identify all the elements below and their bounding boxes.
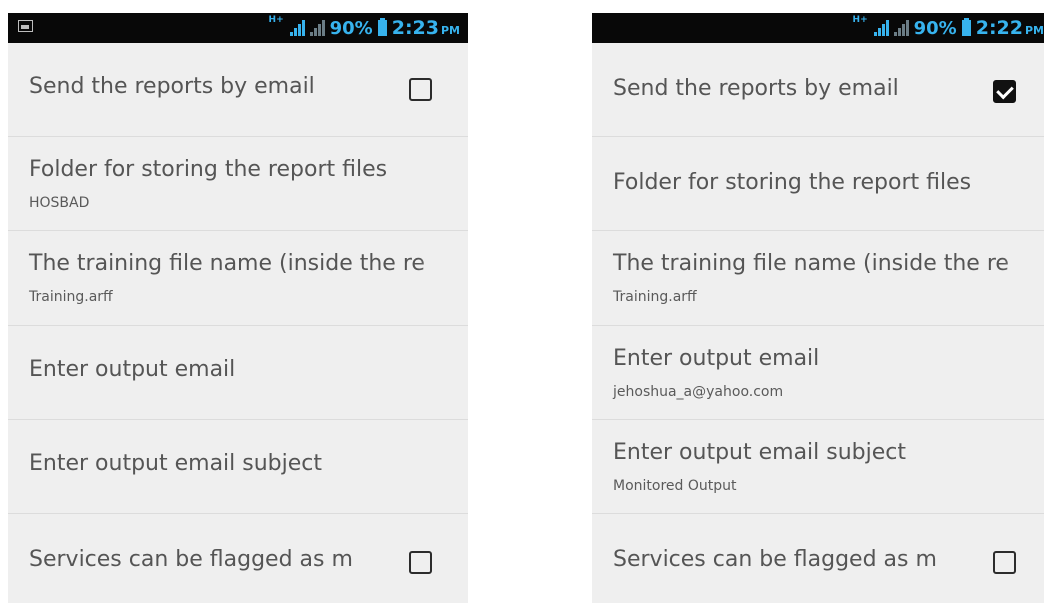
setting-title: Folder for storing the report files	[29, 157, 388, 182]
setting-training-file-name[interactable]: The training file name (inside the re Tr…	[592, 231, 1044, 326]
setting-title: Folder for storing the report files	[613, 170, 972, 195]
clock: 2:22 PM	[975, 17, 1044, 39]
clock: 2:23 PM	[391, 17, 460, 39]
checkbox-icon[interactable]	[409, 551, 432, 574]
setting-summary: Training.arff	[29, 289, 113, 305]
setting-output-email[interactable]: Enter output email jehoshua_a@yahoo.com	[592, 326, 1044, 420]
setting-title: Enter output email	[613, 346, 820, 371]
status-icons: H+ 90% 2:23 PM	[269, 16, 460, 40]
setting-report-folder[interactable]: Folder for storing the report files	[592, 137, 1044, 231]
hplus-signal-icon	[289, 20, 305, 36]
setting-services-flagged[interactable]: Services can be flagged as m	[8, 514, 468, 603]
battery-icon	[377, 18, 387, 36]
setting-title: Enter output email	[29, 357, 236, 382]
setting-output-email-subject[interactable]: Enter output email subject	[8, 420, 468, 514]
setting-send-reports-by-email[interactable]: Send the reports by email	[8, 43, 468, 137]
checkbox-icon[interactable]	[993, 80, 1016, 103]
phone-screen-right: H+ 90% 2:22 PM Send the reports by email …	[592, 13, 1044, 603]
battery-percent: 90%	[329, 17, 373, 39]
setting-title: The training file name (inside the re	[29, 251, 425, 276]
setting-summary: Training.arff	[613, 289, 697, 305]
signal-bars-icon	[893, 20, 909, 36]
hplus-signal-icon	[873, 20, 889, 36]
setting-title: Services can be flagged as m	[29, 547, 353, 572]
setting-training-file-name[interactable]: The training file name (inside the re Tr…	[8, 231, 468, 326]
phone-screen-left: H+ 90% 2:23 PM Send the reports by email …	[8, 13, 468, 603]
hplus-network-label: H+	[852, 15, 868, 25]
setting-summary: Monitored Output	[613, 478, 737, 494]
battery-icon	[961, 18, 971, 36]
signal-bars-icon	[309, 20, 325, 36]
setting-title: Enter output email subject	[613, 440, 907, 465]
setting-output-email-subject[interactable]: Enter output email subject Monitored Out…	[592, 420, 1044, 514]
setting-title: Services can be flagged as m	[613, 547, 937, 572]
setting-title: Enter output email subject	[29, 451, 323, 476]
setting-summary: jehoshua_a@yahoo.com	[613, 384, 784, 400]
setting-title: Send the reports by email	[29, 74, 315, 99]
hplus-network-label: H+	[268, 15, 284, 25]
setting-services-flagged[interactable]: Services can be flagged as m	[592, 514, 1044, 603]
setting-output-email[interactable]: Enter output email	[8, 326, 468, 420]
setting-title: Send the reports by email	[613, 76, 899, 101]
picture-notification-icon	[18, 20, 33, 32]
status-bar: H+ 90% 2:23 PM	[8, 13, 468, 43]
battery-percent: 90%	[913, 17, 957, 39]
checkbox-icon[interactable]	[409, 78, 432, 101]
setting-report-folder[interactable]: Folder for storing the report files HOSB…	[8, 137, 468, 231]
status-icons: H+ 90% 2:22 PM	[853, 16, 1044, 40]
setting-title: The training file name (inside the re	[613, 251, 1009, 276]
checkbox-icon[interactable]	[993, 551, 1016, 574]
status-bar: H+ 90% 2:22 PM	[592, 13, 1044, 43]
setting-send-reports-by-email[interactable]: Send the reports by email	[592, 43, 1044, 137]
setting-summary: HOSBAD	[29, 195, 90, 211]
